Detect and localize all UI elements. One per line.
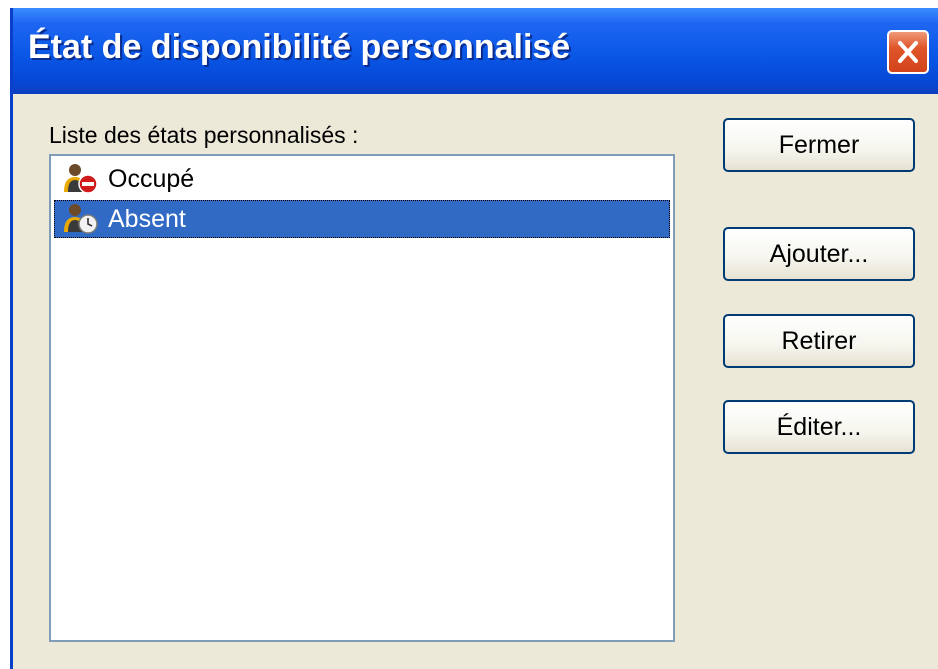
- close-icon: [898, 41, 918, 63]
- dialog-window: État de disponibilité personnalisé Liste…: [10, 8, 938, 669]
- custom-status-list[interactable]: Occupé Absent: [49, 154, 675, 642]
- list-item-label: Absent: [108, 204, 186, 233]
- remove-button[interactable]: Retirer: [723, 314, 915, 368]
- close-window-button[interactable]: [887, 30, 929, 74]
- list-item-occupe[interactable]: Occupé: [54, 160, 670, 198]
- away-user-icon: [64, 204, 98, 234]
- list-item-label: Occupé: [108, 164, 195, 193]
- title-bar[interactable]: État de disponibilité personnalisé: [13, 8, 938, 94]
- window-title: État de disponibilité personnalisé: [28, 28, 571, 66]
- busy-user-icon: [64, 164, 98, 194]
- close-button[interactable]: Fermer: [723, 118, 915, 172]
- list-item-absent[interactable]: Absent: [54, 200, 670, 238]
- edit-button[interactable]: Éditer...: [723, 400, 915, 454]
- add-button[interactable]: Ajouter...: [723, 227, 915, 281]
- list-label: Liste des états personnalisés :: [49, 122, 359, 148]
